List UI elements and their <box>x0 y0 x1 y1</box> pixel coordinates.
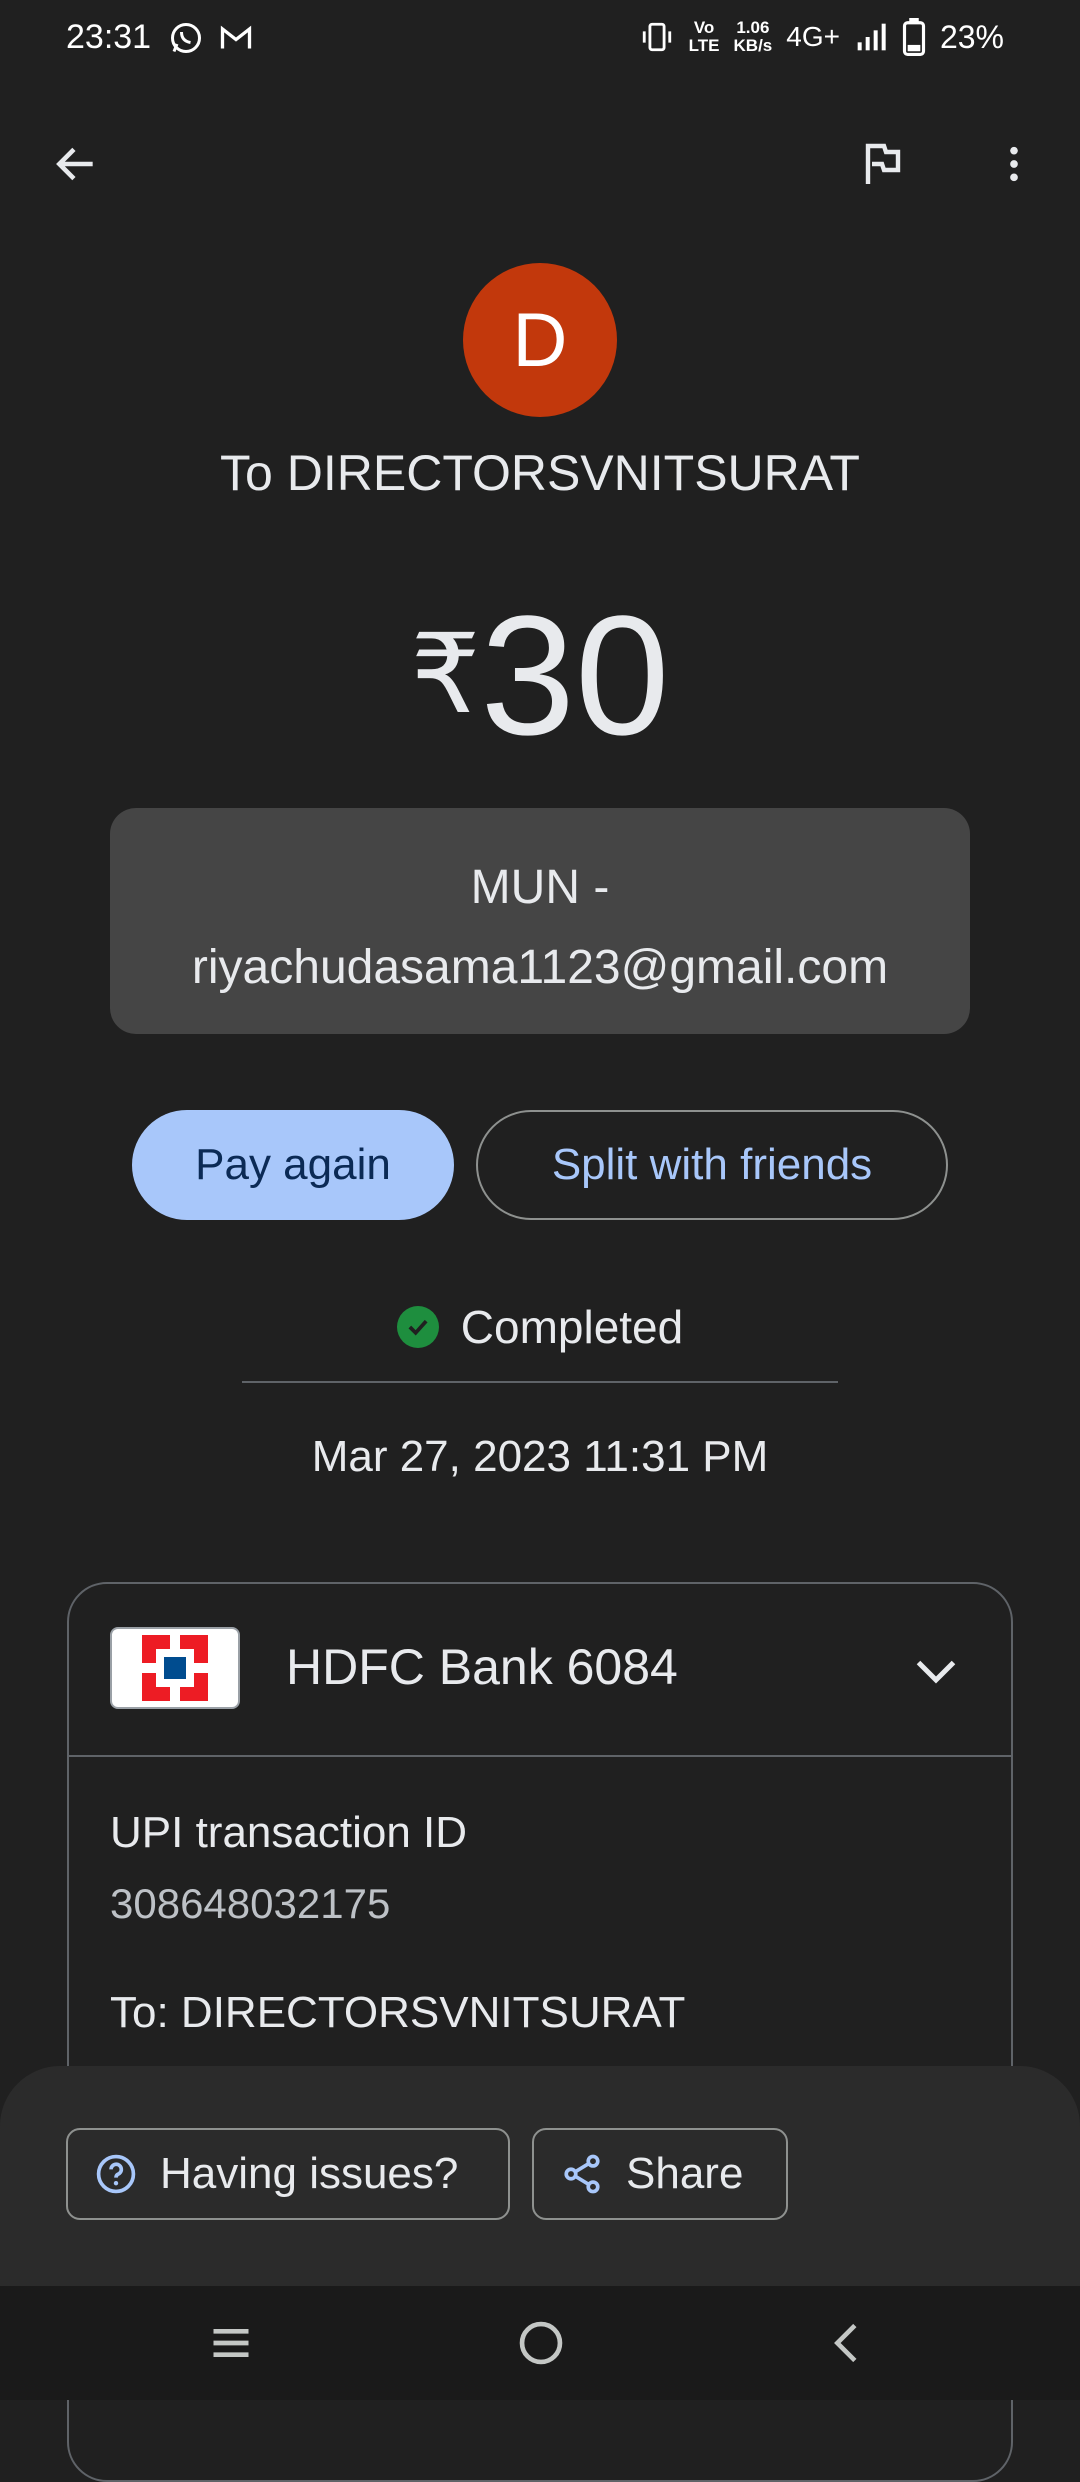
avatar: D <box>463 263 617 417</box>
share-label: Share <box>626 2149 744 2198</box>
currency-symbol: ₹ <box>410 613 481 736</box>
recipient-name: To DIRECTORSVNITSURAT <box>220 445 860 501</box>
upi-transaction-id: 308648032175 <box>110 1880 391 1927</box>
upi-transaction-id-label: UPI transaction ID <box>110 1808 468 1857</box>
whatsapp-icon <box>171 23 201 53</box>
chevron-down-icon <box>916 1660 956 1684</box>
amount: ₹30 <box>0 578 1080 774</box>
gmail-icon <box>220 25 252 49</box>
signal-icon <box>857 23 886 51</box>
recents-button[interactable] <box>196 2308 266 2378</box>
report-button[interactable] <box>842 124 922 204</box>
chevron-left-icon <box>834 2323 857 2363</box>
home-circle-icon <box>519 2321 563 2365</box>
hdfc-bank-logo <box>110 1627 240 1709</box>
check-circle-icon <box>396 1306 439 1348</box>
network-type: 4G+ <box>786 21 840 52</box>
divider <box>242 1381 838 1383</box>
arrow-back-icon <box>56 147 93 181</box>
pay-again-button[interactable]: Pay again <box>132 1110 454 1220</box>
back-button[interactable] <box>36 124 116 204</box>
network-speed: 1.06 KB/s <box>733 18 773 55</box>
status-right: Vo LTE 1.06 KB/s 4G+ 23% <box>639 18 1004 56</box>
flag-icon <box>865 143 901 184</box>
system-back-button[interactable] <box>814 2308 884 2378</box>
vibrate-icon <box>642 22 671 52</box>
system-navigation-bar <box>0 2286 1080 2400</box>
status-bar: 23:31 Vo LTE 1.06 KB/s 4G+ 23% <box>0 0 1080 80</box>
to-recipient-label: To: DIRECTORSVNITSURAT <box>110 1988 686 2037</box>
more-vert-icon <box>1010 146 1018 182</box>
volte-indicator: Vo LTE <box>688 18 720 55</box>
having-issues-label: Having issues? <box>160 2149 459 2198</box>
share-button[interactable]: Share <box>532 2128 788 2220</box>
amount-value: 30 <box>480 581 670 771</box>
status-label: Completed <box>460 1301 684 1353</box>
bank-account-name: HDFC Bank 6084 <box>286 1639 678 1695</box>
help-icon <box>96 2154 136 2194</box>
payment-note: MUN - riyachudasama1123@gmail.com <box>110 808 970 1034</box>
having-issues-button[interactable]: Having issues? <box>66 2128 510 2220</box>
battery-icon <box>902 18 926 56</box>
share-icon <box>564 2154 600 2194</box>
home-button[interactable] <box>506 2308 576 2378</box>
payment-status: Completed <box>0 1300 1080 1354</box>
menu-icon <box>213 2329 249 2357</box>
split-with-friends-button[interactable]: Split with friends <box>476 1110 948 1220</box>
battery-level: 23% <box>939 18 1004 55</box>
transaction-datetime: Mar 27, 2023 11:31 PM <box>311 1432 769 1481</box>
status-time: 23:31 <box>66 18 152 56</box>
more-options-button[interactable] <box>974 124 1054 204</box>
expand-details-button[interactable] <box>906 1640 966 1700</box>
card-divider <box>69 1755 1011 1757</box>
